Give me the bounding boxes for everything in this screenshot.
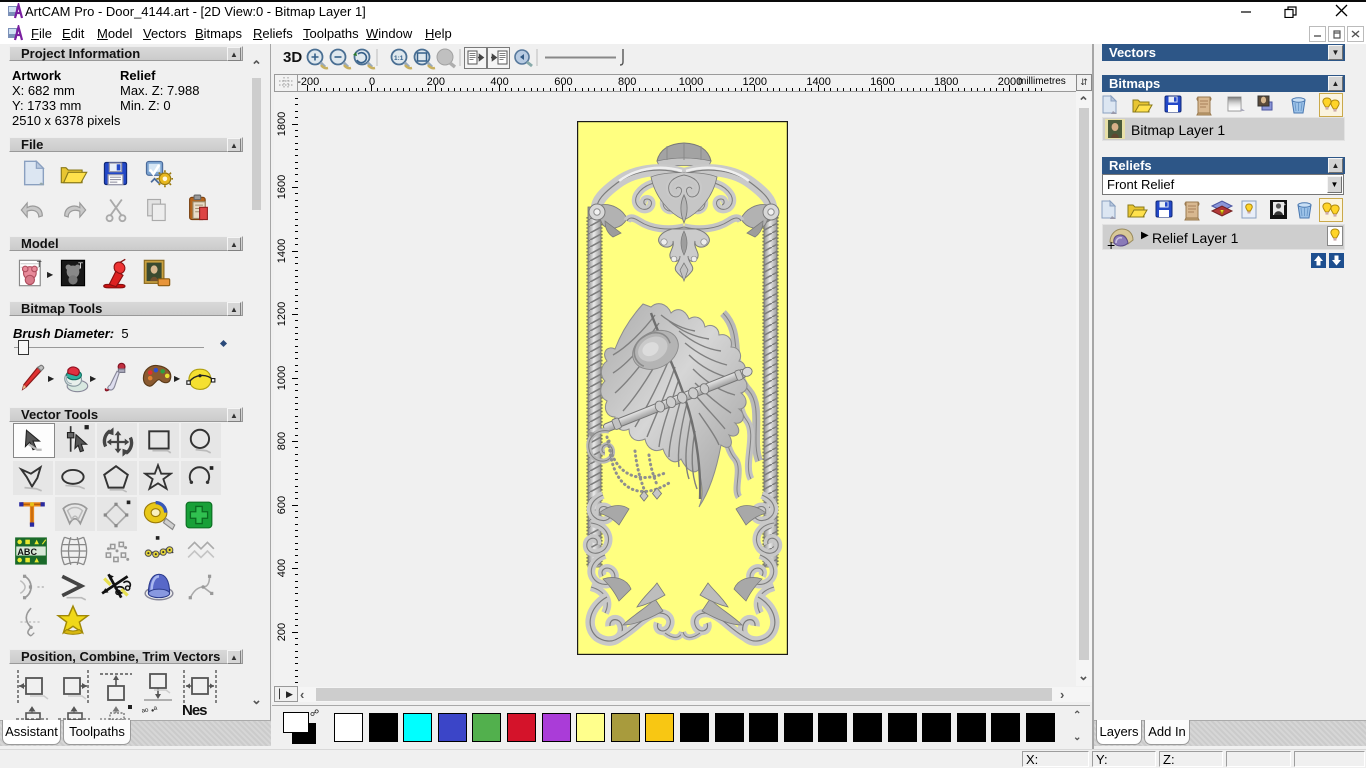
svg-text:T: T xyxy=(37,260,42,269)
svg-text:T: T xyxy=(78,261,83,270)
svg-text:ABC: ABC xyxy=(17,547,37,557)
svg-text:+: + xyxy=(1283,202,1286,208)
svg-text:1:1: 1:1 xyxy=(394,55,404,62)
